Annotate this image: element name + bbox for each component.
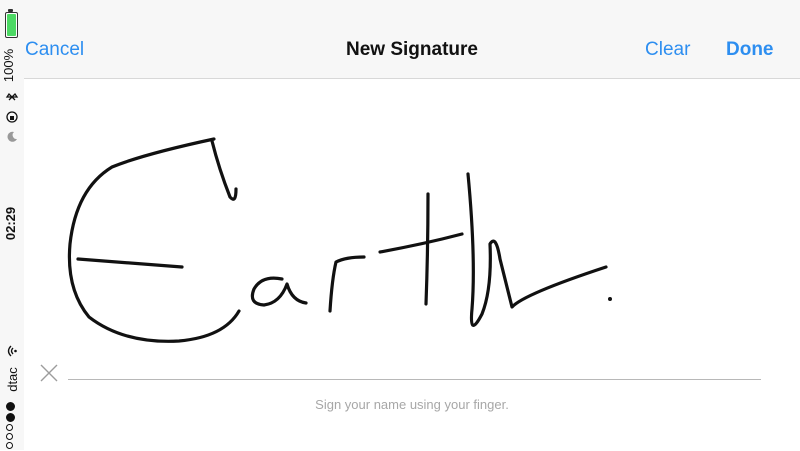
signal-dot bbox=[6, 413, 15, 422]
bluetooth-icon bbox=[5, 92, 19, 101]
carrier-name: dtac bbox=[4, 367, 20, 392]
battery-charging-icon bbox=[5, 8, 18, 38]
signal-dot bbox=[6, 442, 13, 449]
battery-percent: 100% bbox=[1, 48, 17, 83]
nav-bar: Cancel New Signature Clear Done bbox=[24, 0, 800, 79]
signal-dot bbox=[6, 402, 15, 411]
signature-line bbox=[68, 379, 761, 380]
signature-drawing bbox=[67, 137, 612, 343]
orientation-lock-icon bbox=[6, 111, 18, 123]
moon-icon bbox=[7, 131, 17, 142]
status-bar: 100% 02:29 dtac bbox=[0, 0, 25, 450]
signal-dot bbox=[6, 433, 13, 440]
signal-strength-icon bbox=[6, 400, 18, 451]
wifi-icon bbox=[7, 345, 17, 357]
clear-button[interactable]: Clear bbox=[645, 39, 690, 61]
done-button[interactable]: Done bbox=[726, 39, 774, 61]
signal-dot bbox=[6, 424, 13, 431]
close-icon[interactable] bbox=[38, 362, 60, 384]
clock: 02:29 bbox=[3, 206, 19, 241]
signature-canvas[interactable]: Sign your name using your finger. bbox=[24, 79, 800, 450]
signature-hint: Sign your name using your finger. bbox=[315, 397, 509, 412]
